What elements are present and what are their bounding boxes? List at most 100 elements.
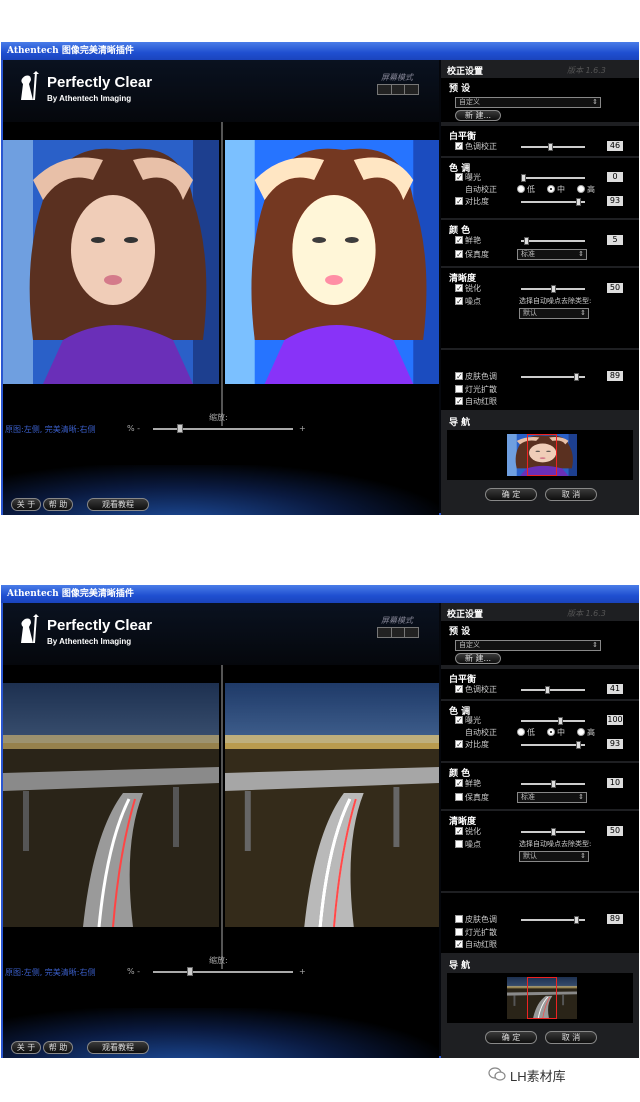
- exposure-value[interactable]: 0: [607, 172, 623, 182]
- exposure-checkbox[interactable]: ✓: [455, 173, 463, 182]
- light-diffuse-checkbox[interactable]: [455, 928, 463, 936]
- contrast-slider-knob[interactable]: [575, 741, 581, 749]
- zoom-slider-knob[interactable]: [186, 967, 193, 976]
- sharpen-slider-knob[interactable]: [550, 828, 556, 836]
- contrast-checkbox[interactable]: ✓: [455, 197, 463, 206]
- vivid-slider[interactable]: [521, 780, 585, 788]
- contrast-slider[interactable]: [521, 741, 585, 749]
- skin-value[interactable]: 89: [607, 914, 623, 924]
- vivid-slider-knob[interactable]: [523, 237, 529, 245]
- skin-slider-knob[interactable]: [573, 373, 579, 381]
- tutorial-button[interactable]: 观看教程: [87, 498, 149, 511]
- auto-high-radio[interactable]: [577, 185, 585, 193]
- auto-high-radio[interactable]: [577, 728, 585, 736]
- light-diffuse-checkbox[interactable]: [455, 385, 463, 393]
- contrast-slider-knob[interactable]: [575, 198, 581, 206]
- fidelity-checkbox[interactable]: ✓: [455, 250, 463, 259]
- noise-checkbox[interactable]: [455, 840, 463, 848]
- original-preview[interactable]: [3, 683, 219, 927]
- navigator-thumbnail[interactable]: [507, 434, 577, 476]
- auto-mid-radio[interactable]: [547, 728, 555, 736]
- vivid-value[interactable]: 5: [607, 235, 623, 245]
- sharpen-slider[interactable]: [521, 828, 585, 836]
- screen-mode-buttons[interactable]: [377, 84, 419, 95]
- sharpen-value[interactable]: 50: [607, 283, 623, 293]
- navigator[interactable]: [447, 973, 633, 1023]
- vivid-slider-knob[interactable]: [550, 780, 556, 788]
- navigator[interactable]: [447, 430, 633, 480]
- wb-slider-knob[interactable]: [548, 143, 554, 151]
- contrast-value[interactable]: 93: [607, 739, 623, 749]
- auto-mid-radio[interactable]: [547, 185, 555, 193]
- zoom-plus[interactable]: +: [299, 967, 306, 976]
- noise-checkbox[interactable]: ✓: [455, 297, 463, 306]
- zoom-minus[interactable]: % -: [127, 424, 140, 433]
- ok-button[interactable]: 确 定: [485, 1031, 537, 1044]
- split-divider[interactable]: [221, 122, 223, 426]
- vivid-checkbox[interactable]: ✓: [455, 236, 463, 245]
- wb-checkbox[interactable]: ✓: [455, 142, 463, 151]
- sharpen-value[interactable]: 50: [607, 826, 623, 836]
- sharpen-slider-knob[interactable]: [550, 285, 556, 293]
- corrected-preview[interactable]: [225, 140, 439, 384]
- preset-select[interactable]: 自定义: [455, 640, 601, 651]
- skin-checkbox[interactable]: ✓: [455, 372, 463, 381]
- split-divider[interactable]: [221, 665, 223, 969]
- fidelity-select[interactable]: 标准: [517, 249, 587, 260]
- zoom-slider-knob[interactable]: [177, 424, 184, 433]
- sharpen-checkbox[interactable]: ✓: [455, 827, 463, 836]
- tutorial-button[interactable]: 观看教程: [87, 1041, 149, 1054]
- preset-select[interactable]: 自定义: [455, 97, 601, 108]
- new-preset-button[interactable]: 新 建...: [455, 110, 501, 121]
- exposure-slider-knob[interactable]: [521, 174, 526, 182]
- wb-checkbox[interactable]: ✓: [455, 685, 463, 694]
- skin-slider[interactable]: [521, 373, 585, 381]
- help-button[interactable]: 帮 助: [43, 1041, 73, 1054]
- redeye-checkbox[interactable]: ✓: [455, 940, 463, 949]
- skin-slider-knob[interactable]: [573, 916, 579, 924]
- exposure-slider[interactable]: [521, 717, 585, 725]
- vivid-slider[interactable]: [521, 237, 585, 245]
- skin-value[interactable]: 89: [607, 371, 623, 381]
- exposure-slider-knob[interactable]: [557, 717, 563, 725]
- fidelity-checkbox[interactable]: [455, 793, 463, 801]
- navigator-thumbnail[interactable]: [507, 977, 577, 1019]
- wb-slider[interactable]: [521, 143, 585, 151]
- corrected-preview[interactable]: [225, 683, 439, 927]
- original-preview[interactable]: [3, 140, 219, 384]
- skin-checkbox[interactable]: [455, 915, 463, 923]
- zoom-minus[interactable]: % -: [127, 967, 140, 976]
- cancel-button[interactable]: 取 消: [545, 1031, 597, 1044]
- vivid-value[interactable]: 10: [607, 778, 623, 788]
- about-button[interactable]: 关 于: [11, 1041, 41, 1054]
- exposure-checkbox[interactable]: ✓: [455, 716, 463, 725]
- wb-value[interactable]: 41: [607, 684, 623, 694]
- zoom-slider[interactable]: [153, 424, 293, 433]
- screen-mode-buttons[interactable]: [377, 627, 419, 638]
- auto-low-radio[interactable]: [517, 728, 525, 736]
- contrast-slider[interactable]: [521, 198, 585, 206]
- noise-type-select[interactable]: 默认: [519, 851, 589, 862]
- wb-value[interactable]: 46: [607, 141, 623, 151]
- help-button[interactable]: 帮 助: [43, 498, 73, 511]
- cancel-button[interactable]: 取 消: [545, 488, 597, 501]
- wb-slider[interactable]: [521, 686, 585, 694]
- zoom-slider[interactable]: [153, 967, 293, 976]
- zoom-plus[interactable]: +: [299, 424, 306, 433]
- fidelity-select[interactable]: 标准: [517, 792, 587, 803]
- contrast-value[interactable]: 93: [607, 196, 623, 206]
- exposure-slider[interactable]: [521, 174, 585, 182]
- auto-low-radio[interactable]: [517, 185, 525, 193]
- ok-button[interactable]: 确 定: [485, 488, 537, 501]
- about-button[interactable]: 关 于: [11, 498, 41, 511]
- redeye-checkbox[interactable]: ✓: [455, 397, 463, 406]
- sharpen-checkbox[interactable]: ✓: [455, 284, 463, 293]
- vivid-checkbox[interactable]: ✓: [455, 779, 463, 788]
- sharpen-slider[interactable]: [521, 285, 585, 293]
- skin-slider[interactable]: [521, 916, 585, 924]
- new-preset-button[interactable]: 新 建...: [455, 653, 501, 664]
- noise-type-select[interactable]: 默认: [519, 308, 589, 319]
- wb-slider-knob[interactable]: [545, 686, 551, 694]
- exposure-value[interactable]: 100: [607, 715, 623, 725]
- contrast-checkbox[interactable]: ✓: [455, 740, 463, 749]
